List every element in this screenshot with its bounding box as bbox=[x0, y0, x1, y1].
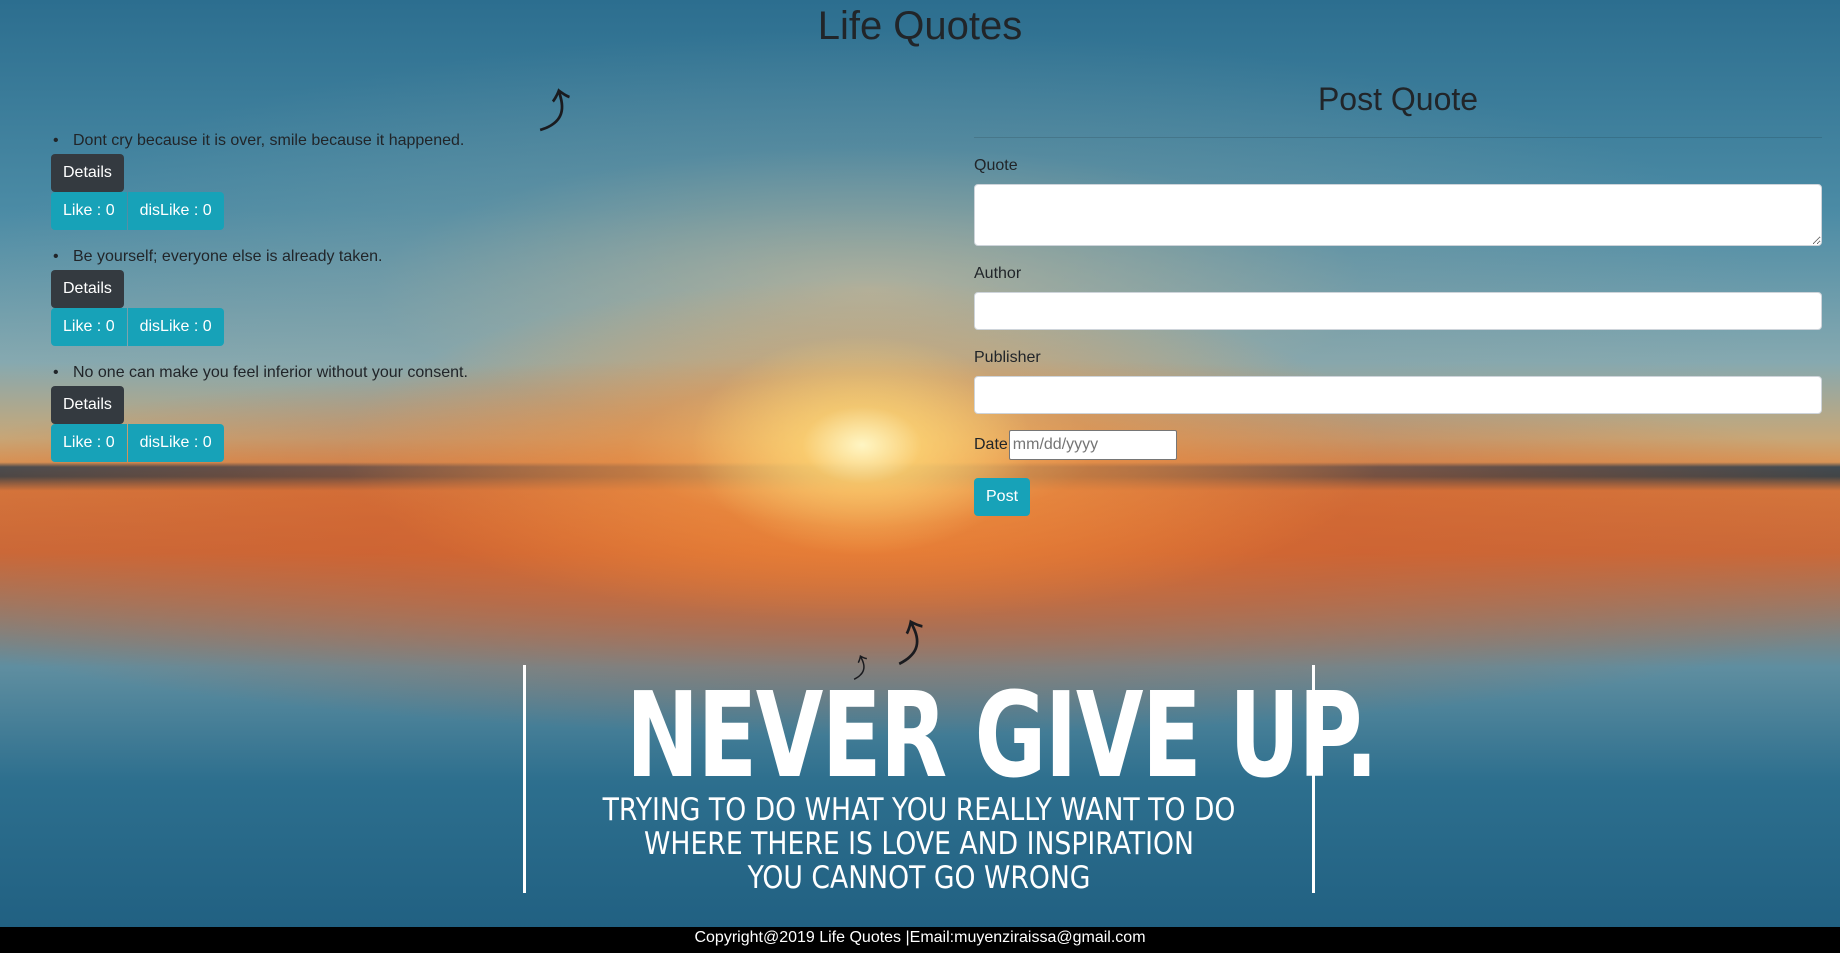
post-quote-form: Post Quote Quote Author Publisher Date P… bbox=[974, 75, 1822, 516]
list-item: • Dont cry because it is over, smile bec… bbox=[51, 128, 611, 230]
poster-line-3: YOU CANNOT GO WRONG bbox=[747, 860, 1091, 896]
details-button[interactable]: Details bbox=[51, 270, 124, 308]
poster-line-1: TRYING TO DO WHAT YOU REALLY WANT TO DO bbox=[602, 792, 1236, 828]
post-button[interactable]: Post bbox=[974, 478, 1031, 516]
like-button-group: Like : 0 disLike : 0 bbox=[51, 192, 611, 230]
list-item: • Be yourself; everyone else is already … bbox=[51, 244, 611, 346]
like-button-group: Like : 0 disLike : 0 bbox=[51, 424, 611, 462]
like-button[interactable]: Like : 0 bbox=[51, 192, 127, 230]
dislike-button[interactable]: disLike : 0 bbox=[127, 308, 224, 346]
motivational-poster: NEVER GIVE UP. TRYING TO DO WHAT YOU REA… bbox=[523, 665, 1378, 896]
like-button[interactable]: Like : 0 bbox=[51, 424, 127, 462]
quote-label: Quote bbox=[974, 157, 1018, 174]
quote-textarea[interactable] bbox=[974, 184, 1822, 246]
footer-text: Copyright@2019 Life Quotes |Email:muyenz… bbox=[694, 929, 1146, 946]
quote-text: Be yourself; everyone else is already ta… bbox=[73, 248, 383, 265]
divider bbox=[974, 137, 1822, 138]
bird-icon: ⤴ bbox=[881, 613, 938, 672]
poster-line-2: WHERE THERE IS LOVE AND INSPIRATION bbox=[644, 826, 1194, 862]
poster-headline: NEVER GIVE UP. bbox=[625, 666, 1378, 804]
author-label: Author bbox=[974, 265, 1022, 282]
like-button[interactable]: Like : 0 bbox=[51, 308, 127, 346]
page-title: Life Quotes bbox=[817, 4, 1023, 48]
bullet-icon: • bbox=[53, 132, 59, 149]
publisher-label: Publisher bbox=[974, 349, 1041, 366]
date-label: Date bbox=[974, 436, 1008, 453]
like-button-group: Like : 0 disLike : 0 bbox=[51, 308, 611, 346]
quote-text: Dont cry because it is over, smile becau… bbox=[73, 132, 465, 149]
form-heading: Post Quote bbox=[1317, 81, 1479, 117]
details-button[interactable]: Details bbox=[51, 386, 124, 424]
dislike-button[interactable]: disLike : 0 bbox=[127, 424, 224, 462]
list-item: • No one can make you feel inferior with… bbox=[51, 360, 611, 462]
poster-bar-left bbox=[523, 665, 526, 893]
publisher-input[interactable] bbox=[974, 376, 1822, 414]
date-input[interactable] bbox=[1008, 430, 1177, 460]
quote-text: No one can make you feel inferior withou… bbox=[73, 364, 468, 381]
bullet-icon: • bbox=[53, 248, 59, 265]
author-input[interactable] bbox=[974, 292, 1822, 330]
footer: Copyright@2019 Life Quotes |Email:muyenz… bbox=[0, 927, 1840, 953]
dislike-button[interactable]: disLike : 0 bbox=[127, 192, 224, 230]
quote-list: • Dont cry because it is over, smile bec… bbox=[51, 128, 611, 476]
details-button[interactable]: Details bbox=[51, 154, 124, 192]
bullet-icon: • bbox=[53, 364, 59, 381]
